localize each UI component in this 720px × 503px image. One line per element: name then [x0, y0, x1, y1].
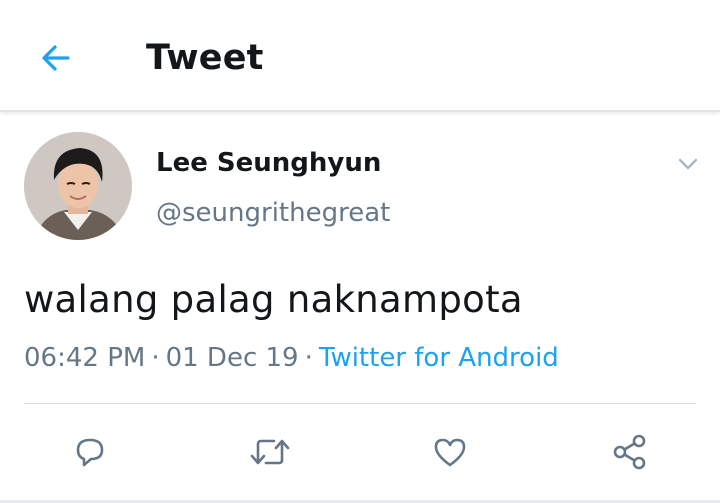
divider — [24, 403, 696, 404]
meta-separator: · — [304, 343, 313, 373]
app-header: Tweet — [0, 0, 720, 112]
retweet-button[interactable] — [246, 428, 294, 476]
retweet-icon — [250, 439, 290, 465]
avatar[interactable] — [24, 132, 132, 240]
arrow-left-icon — [42, 45, 70, 71]
tweet-actions — [0, 420, 720, 482]
page-title: Tweet — [146, 38, 264, 78]
tweet-date: 01 Dec 19 — [165, 343, 299, 373]
author-display-name[interactable]: Lee Seunghyun — [156, 146, 381, 180]
share-button[interactable] — [606, 428, 654, 476]
meta-separator: · — [151, 343, 160, 373]
back-button[interactable] — [34, 36, 78, 80]
heart-icon — [434, 438, 466, 467]
tweet-source-link[interactable]: Twitter for Android — [319, 343, 559, 373]
like-button[interactable] — [426, 428, 474, 476]
tweet-options-button[interactable] — [674, 150, 702, 178]
author-handle[interactable]: @seungrithegreat — [156, 196, 390, 230]
chevron-down-icon — [678, 158, 698, 170]
share-icon — [613, 434, 646, 470]
avatar-photo — [24, 132, 132, 240]
reply-icon — [76, 438, 104, 467]
tweet-time: 06:42 PM — [24, 343, 146, 373]
reply-button[interactable] — [66, 428, 114, 476]
tweet-meta: 06:42 PM · 01 Dec 19 · Twitter for Android — [24, 340, 559, 376]
tweet-text: walang palag naknampota — [24, 278, 523, 321]
